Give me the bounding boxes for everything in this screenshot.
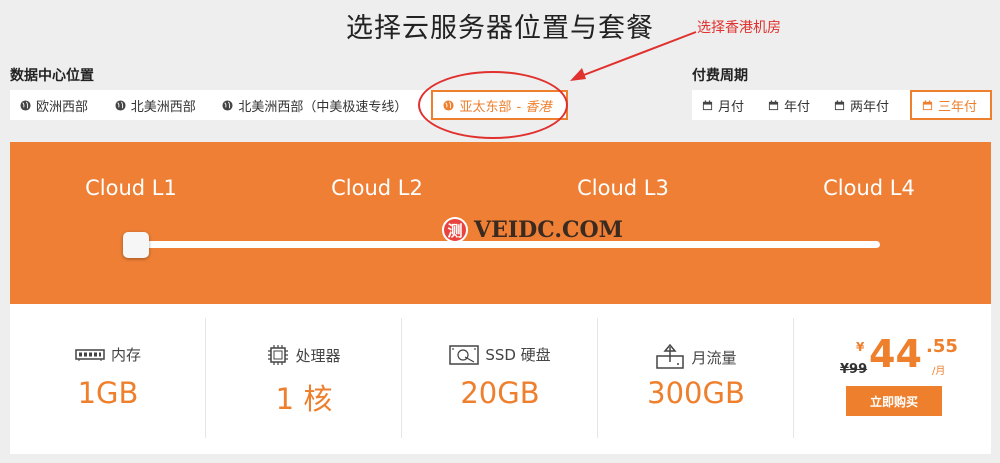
- calendar-icon: [702, 99, 713, 110]
- upload-icon: [656, 344, 685, 369]
- price-integer: 44: [869, 332, 922, 376]
- watermark: 测 VEIDC.COM: [442, 217, 623, 243]
- globe-icon: [222, 99, 233, 111]
- price-original: ¥99: [840, 362, 868, 377]
- spec-cpu: 处理器 1 核: [206, 318, 402, 438]
- globe-icon: [20, 99, 31, 111]
- tier-cloud-l1[interactable]: Cloud L1: [51, 176, 211, 200]
- ssd-icon: [449, 344, 480, 365]
- buy-now-button[interactable]: 立即购买: [846, 386, 942, 416]
- page-title: 选择云服务器位置与套餐: [346, 13, 654, 44]
- spec-label: 内存: [110, 346, 141, 364]
- datacenter-option-north-america-west[interactable]: 北美洲西部: [105, 90, 213, 120]
- spec-value: 300GB: [647, 376, 745, 410]
- spec-ssd: SSD 硬盘 20GB: [402, 318, 598, 438]
- spec-value: 1 核: [275, 382, 333, 416]
- plan-selector-panel: Cloud L1 Cloud L2 Cloud L3 Cloud L4 测 VE…: [10, 142, 991, 304]
- datacenter-label: 数据中心位置: [10, 68, 94, 84]
- billing-option-monthly[interactable]: 月付: [692, 90, 758, 120]
- watermark-badge: 测: [442, 217, 468, 243]
- billing-option-three-years[interactable]: 三年付: [910, 90, 992, 120]
- tier-cloud-l4[interactable]: Cloud L4: [789, 176, 949, 200]
- globe-icon: [115, 99, 126, 111]
- billing-option-label: 三年付: [938, 99, 978, 115]
- annotation-arrow-icon: [570, 31, 697, 81]
- datacenter-option-label: 北美洲西部: [130, 99, 196, 115]
- memory-icon: [75, 348, 105, 361]
- calendar-icon: [834, 99, 845, 110]
- datacenter-option-label: 亚太东部: [459, 99, 512, 115]
- price-box: ¥99 ¥ 44 .55 /月 立即购买: [836, 332, 966, 418]
- price-currency: ¥: [856, 340, 865, 354]
- datacenter-option-asia-pacific-east[interactable]: 亚太东部 - 香港: [431, 90, 568, 120]
- cpu-icon: [268, 345, 289, 365]
- annotation-label: 选择香港机房: [697, 20, 781, 36]
- datacenter-option-north-america-west-express[interactable]: 北美洲西部（中美极速专线）: [212, 90, 429, 120]
- billing-option-yearly[interactable]: 年付: [758, 90, 824, 120]
- billing-label: 付费周期: [692, 68, 748, 84]
- price-unit: /月: [932, 366, 946, 377]
- tier-cloud-l2[interactable]: Cloud L2: [297, 176, 457, 200]
- spec-memory: 内存 1GB: [10, 318, 206, 438]
- spec-label: SSD 硬盘: [485, 346, 551, 364]
- globe-icon: [443, 99, 455, 111]
- tier-cloud-l3[interactable]: Cloud L3: [543, 176, 703, 200]
- datacenter-selector: 欧洲西部 北美洲西部 北美洲西部（中美极速专线） 亚太东部 - 香港: [10, 90, 568, 120]
- datacenter-option-europe-west[interactable]: 欧洲西部: [10, 90, 105, 120]
- billing-option-label: 年付: [784, 99, 811, 115]
- watermark-text: VEIDC.COM: [474, 217, 624, 243]
- price-decimal: .55: [926, 336, 958, 357]
- billing-option-two-years[interactable]: 两年付: [824, 90, 906, 120]
- calendar-icon: [768, 99, 779, 110]
- billing-option-label: 两年付: [850, 99, 890, 115]
- datacenter-option-suffix: - 香港: [516, 99, 552, 115]
- datacenter-option-label: 北美洲西部（中美极速专线）: [238, 99, 408, 115]
- spec-value: 1GB: [77, 376, 139, 410]
- calendar-icon: [922, 99, 933, 110]
- datacenter-option-label: 欧洲西部: [36, 99, 89, 115]
- plan-slider-handle[interactable]: [123, 232, 149, 258]
- spec-panel: 内存 1GB 处理器 1 核 SSD 硬盘 20GB 月流量 300GB ¥99…: [10, 304, 991, 454]
- billing-option-label: 月付: [718, 99, 745, 115]
- billing-selector: 月付 年付 两年付 三年付: [692, 90, 992, 120]
- spec-label: 处理器: [295, 346, 341, 365]
- spec-label: 月流量: [691, 348, 737, 367]
- spec-value: 20GB: [460, 376, 540, 410]
- spec-bandwidth: 月流量 300GB: [598, 318, 794, 438]
